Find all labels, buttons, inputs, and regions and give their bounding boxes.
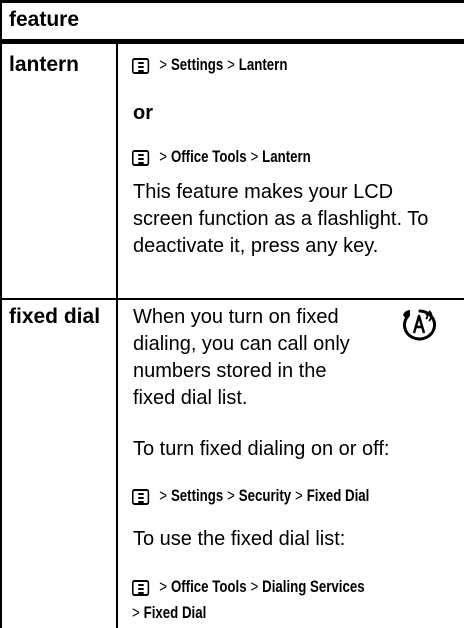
menu-key-icon [132,488,150,505]
fixed-dial-path-continuation: > Fixed Dial [132,603,207,622]
menu-item-lantern: Lantern [262,147,311,166]
fixed-dial-intro: When you turn on fixed dialing, you can … [133,306,350,409]
menu-item-office-tools: Office Tools [170,147,247,166]
menu-key-icon [132,149,150,166]
menu-item-settings: Settings [170,486,224,505]
menu-item-lantern: Lantern [238,55,288,74]
menu-item-fixed-dial: Fixed Dial [306,486,370,505]
menu-item-settings: Settings [170,55,224,74]
row-divider [0,298,464,300]
fixed-dial-use-text: To use the fixed dial list: [133,528,346,550]
table-left-rule [0,0,2,628]
header-feature-label: feature [9,8,80,31]
table-top-rule [0,0,464,3]
lantern-path-settings: > Settings > Lantern [132,53,287,77]
lantern-description: This feature makes your LCD screen funct… [133,181,429,257]
menu-item-security: Security [238,486,292,505]
fixed-dial-path-office-tools: > Office Tools > Dialing Services [132,575,365,599]
column-divider [116,44,118,628]
menu-item-office-tools: Office Tools [170,577,247,596]
menu-key-icon [132,57,150,74]
feature-table: feature lantern > Settings > Lantern or > Of… [0,0,464,628]
header-bottom-rule [0,39,464,44]
network-feature-icon [403,309,436,341]
fixed-dial-toggle-text: To turn fixed dialing on or off: [133,438,390,460]
lantern-path-office-tools: > Office Tools > Lantern [132,145,311,169]
menu-key-icon [132,579,150,596]
or-label: or [133,102,153,124]
feature-name-fixed-dial: fixed dial [9,305,101,328]
menu-item-dialing-services: Dialing Services [262,577,365,596]
menu-item-fixed-dial: Fixed Dial [143,603,207,622]
feature-name-lantern: lantern [9,53,80,76]
fixed-dial-path-settings: > Settings > Security > Fixed Dial [132,484,369,508]
